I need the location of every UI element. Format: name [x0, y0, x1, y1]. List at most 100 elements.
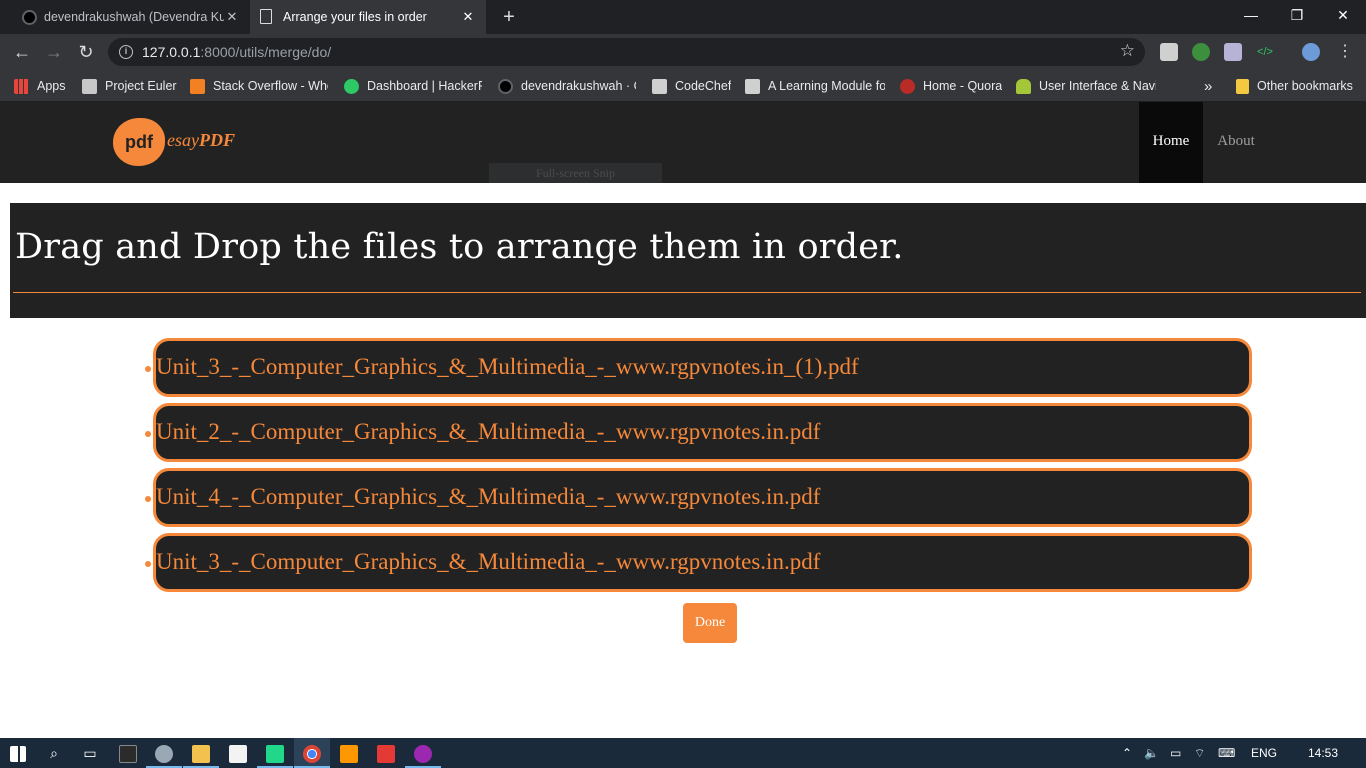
- back-arrow-icon[interactable]: ←: [10, 40, 34, 64]
- bookmark-learning-module[interactable]: A Learning Module fo: [745, 76, 885, 96]
- tab-title: Arrange your files in order: [283, 10, 427, 24]
- pycharm-icon[interactable]: [257, 738, 293, 768]
- app-icon[interactable]: [146, 738, 182, 768]
- info-icon[interactable]: i: [119, 45, 133, 59]
- nav-about-link[interactable]: About: [1205, 102, 1267, 183]
- header-divider: [13, 292, 1361, 293]
- bookmark-label: Home - Quora: [923, 79, 1003, 93]
- app-red-icon[interactable]: [368, 738, 404, 768]
- windows-start-icon[interactable]: [0, 738, 36, 768]
- url-text: 127.0.0.1:8000/utils/merge/do/: [142, 44, 331, 60]
- site-navbar: pdf esayPDF Home About Full-screen Snip: [0, 102, 1366, 183]
- close-tab-icon[interactable]: ✕: [224, 9, 240, 25]
- file-explorer-icon[interactable]: [183, 738, 219, 768]
- nav-home-link[interactable]: Home: [1139, 102, 1203, 183]
- github-icon: [22, 10, 37, 25]
- bookmark-star-icon[interactable]: ☆: [1120, 41, 1135, 61]
- tab-title: devendrakushwah (Devendra Kus: [44, 10, 224, 24]
- bookmark-label: A Learning Module fo: [768, 79, 885, 93]
- bookmark-stack-overflow[interactable]: Stack Overflow - Whe: [190, 76, 328, 96]
- snip-overlay: Full-screen Snip: [489, 163, 662, 183]
- wifi-icon[interactable]: ⌔: [1194, 738, 1205, 768]
- bookmark-github[interactable]: devendrakushwah · G: [498, 76, 636, 96]
- sortable-file-list: Unit_3_-_Computer_Graphics_&_Multimedia_…: [145, 338, 1252, 598]
- bookmarks-overflow-button[interactable]: »: [1204, 76, 1212, 96]
- folder-icon: [1236, 78, 1249, 94]
- browser-tab-active[interactable]: Arrange your files in order ✕: [250, 0, 486, 34]
- bookmark-label: Project Euler: [105, 79, 177, 93]
- logo-badge[interactable]: pdf: [113, 118, 165, 166]
- document-icon: [260, 9, 272, 24]
- bookmark-label: Other bookmarks: [1257, 79, 1353, 93]
- browser-tab-strip: devendrakushwah (Devendra Kus ✕ Arrange …: [0, 0, 1366, 34]
- language-indicator[interactable]: ENG: [1251, 738, 1277, 768]
- profile-avatar[interactable]: [1302, 43, 1320, 61]
- bookmark-project-euler[interactable]: Project Euler: [82, 76, 182, 96]
- logo-text-bold: PDF: [198, 130, 235, 150]
- bookmark-hackerrank[interactable]: Dashboard | HackerR: [344, 76, 482, 96]
- extension-js-icon[interactable]: [1192, 43, 1210, 61]
- page-header: Drag and Drop the files to arrange them …: [10, 203, 1366, 318]
- extension-pdf-icon[interactable]: [1224, 43, 1242, 61]
- file-name: Unit_3_-_Computer_Graphics_&_Multimedia_…: [156, 354, 859, 379]
- stackoverflow-icon: [190, 78, 205, 94]
- sublime-icon[interactable]: [331, 738, 367, 768]
- close-tab-icon[interactable]: ✕: [460, 9, 476, 25]
- bookmark-label: Apps: [37, 79, 66, 93]
- page-title: Drag and Drop the files to arrange them …: [15, 227, 904, 267]
- volume-icon[interactable]: 🔈: [1144, 738, 1159, 768]
- extension-code-icon[interactable]: </>: [1256, 43, 1274, 61]
- close-window-button[interactable]: ✕: [1320, 0, 1366, 30]
- apps-grid-icon: [14, 78, 29, 94]
- browser-toolbar: ← → ↻ i 127.0.0.1:8000/utils/merge/do/ ☆…: [0, 34, 1366, 70]
- bookmark-android[interactable]: User Interface & Navi: [1016, 76, 1156, 96]
- file-list-item[interactable]: Unit_2_-_Computer_Graphics_&_Multimedia_…: [145, 403, 1252, 462]
- bookmark-quora[interactable]: Home - Quora: [900, 76, 1004, 96]
- file-list-item[interactable]: Unit_3_-_Computer_Graphics_&_Multimedia_…: [145, 338, 1252, 397]
- file-name: Unit_3_-_Computer_Graphics_&_Multimedia_…: [156, 549, 821, 574]
- android-icon: [1016, 78, 1031, 94]
- bookmark-label: Stack Overflow - Whe: [213, 79, 328, 93]
- file-name: Unit_2_-_Computer_Graphics_&_Multimedia_…: [156, 419, 821, 444]
- store-icon[interactable]: [220, 738, 256, 768]
- address-bar[interactable]: i 127.0.0.1:8000/utils/merge/do/ ☆: [108, 38, 1145, 66]
- done-button[interactable]: Done: [683, 603, 737, 643]
- bookmark-codechef[interactable]: CodeChef: [652, 76, 732, 96]
- codechef-icon: [652, 78, 667, 94]
- bookmarks-bar: Apps Project Euler Stack Overflow - Whe …: [0, 70, 1366, 102]
- minimize-window-button[interactable]: —: [1228, 0, 1274, 30]
- file-name: Unit_4_-_Computer_Graphics_&_Multimedia_…: [156, 484, 821, 509]
- file-list-item[interactable]: Unit_3_-_Computer_Graphics_&_Multimedia_…: [145, 533, 1252, 592]
- forward-arrow-icon[interactable]: →: [42, 40, 66, 64]
- bookmark-label: CodeChef: [675, 79, 732, 93]
- tray-chevron-icon[interactable]: ⌃: [1122, 738, 1132, 768]
- project-euler-icon: [82, 78, 97, 94]
- app-purple-icon[interactable]: [405, 738, 441, 768]
- bookmark-apps[interactable]: Apps: [14, 76, 76, 96]
- quora-icon: [900, 78, 915, 94]
- bookmark-label: devendrakushwah · G: [521, 79, 636, 93]
- bookmark-label: User Interface & Navi: [1039, 79, 1156, 93]
- reload-icon[interactable]: ↻: [74, 40, 98, 64]
- other-bookmarks[interactable]: Other bookmarks: [1236, 76, 1356, 96]
- command-prompt-icon[interactable]: [110, 738, 146, 768]
- new-tab-button[interactable]: +: [498, 4, 520, 30]
- browser-tab-github[interactable]: devendrakushwah (Devendra Kus ✕: [8, 0, 250, 34]
- windows-taskbar: ⌕ ▭ ⌃ 🔈 ▭ ⌔ ⌨ ENG 14:53: [0, 738, 1366, 768]
- task-view-icon[interactable]: ▭: [72, 738, 108, 768]
- url-path: :8000/utils/merge/do/: [200, 44, 332, 60]
- browser-menu-icon[interactable]: ⋮: [1333, 40, 1357, 64]
- file-list-item[interactable]: Unit_4_-_Computer_Graphics_&_Multimedia_…: [145, 468, 1252, 527]
- search-icon[interactable]: ⌕: [36, 738, 72, 768]
- logo-text-light: esay: [167, 130, 199, 150]
- battery-icon[interactable]: ▭: [1170, 738, 1181, 768]
- logo-text[interactable]: esayPDF: [167, 130, 235, 151]
- codechef-icon: [745, 78, 760, 94]
- chrome-icon[interactable]: [294, 738, 330, 768]
- restore-window-button[interactable]: ❐: [1274, 0, 1320, 30]
- url-host: 127.0.0.1: [142, 44, 201, 60]
- extension-cube-icon[interactable]: [1160, 43, 1178, 61]
- github-icon: [498, 78, 513, 94]
- clock[interactable]: 14:53: [1308, 738, 1338, 768]
- keyboard-icon[interactable]: ⌨: [1218, 738, 1235, 768]
